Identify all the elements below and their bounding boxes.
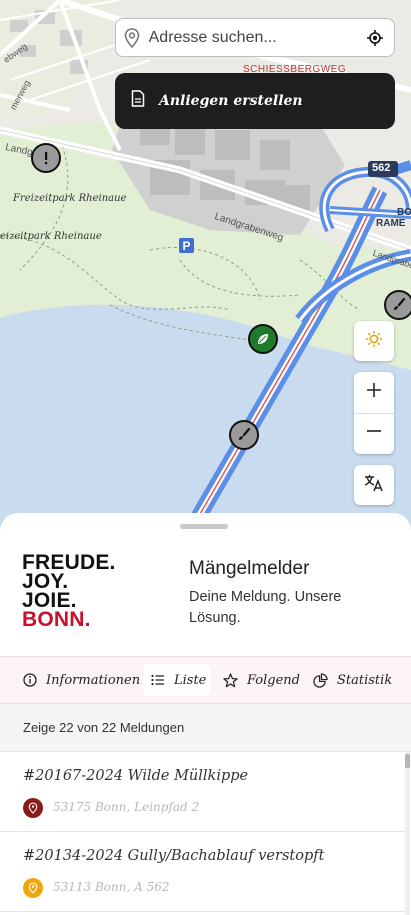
list-item[interactable]: #20167-2024 Wilde Müllkippe 53175 Bonn, … <box>0 752 405 832</box>
plus-icon <box>367 382 381 402</box>
map-label-bonn-top: BO <box>397 207 411 218</box>
create-issue-label: Anliegen erstellen <box>159 93 303 109</box>
map-view[interactable]: SCHIESSBERGWEG Landgr Freizeitpark Rhein… <box>0 0 411 540</box>
tab-informationen[interactable]: Informationen <box>15 664 148 696</box>
marker-brush-right-icon[interactable] <box>384 290 411 320</box>
status-pin-icon <box>23 798 43 818</box>
translate-icon <box>364 474 384 497</box>
map-label-park-top: Freizeitpark Rheinaue <box>13 193 127 204</box>
tab-statistik[interactable]: Statistik <box>305 664 400 696</box>
item-location: 53175 Bonn, Leinpfad 2 <box>53 800 200 814</box>
brand-logo: FREUDE. JOY. JOIE. BONN. <box>22 551 116 631</box>
tab-folgend[interactable]: Folgend <box>215 664 308 696</box>
app-title: Mängelmelder <box>189 558 310 579</box>
scrollbar-thumb[interactable] <box>405 754 410 768</box>
theme-toggle-button[interactable] <box>354 321 394 361</box>
results-count: Zeige 22 von 22 Meldungen <box>0 704 411 752</box>
sun-icon <box>365 330 383 353</box>
info-icon <box>23 673 37 687</box>
marker-leaf-icon[interactable] <box>248 324 278 354</box>
map-label-bonn-bottom: RAME <box>376 218 406 229</box>
pie-chart-icon <box>313 672 328 688</box>
create-issue-button[interactable]: Anliegen erstellen <box>115 73 395 129</box>
route-shield-562: 562 <box>372 162 391 174</box>
zoom-in-button[interactable] <box>354 372 394 413</box>
status-pin-icon <box>23 878 43 898</box>
list-item[interactable]: #20134-2024 Gully/Bachablauf verstopft 5… <box>0 832 405 912</box>
item-title: #20167-2024 Wilde Müllkippe <box>23 768 249 784</box>
tab-liste[interactable]: Liste <box>143 664 211 696</box>
zoom-controls <box>354 372 394 454</box>
zoom-out-button[interactable] <box>354 413 394 454</box>
item-title: #20134-2024 Gully/Bachablauf verstopft <box>23 848 325 864</box>
marker-warning-icon[interactable] <box>31 143 61 173</box>
list-icon <box>151 674 165 686</box>
document-icon <box>131 90 145 112</box>
search-input[interactable] <box>148 28 356 47</box>
minus-icon <box>367 424 381 443</box>
star-icon <box>223 672 238 688</box>
map-label-park-left: eizeitpark Rheinaue <box>0 231 102 242</box>
item-location: 53113 Bonn, A 562 <box>53 880 170 894</box>
marker-brush-icon[interactable] <box>229 420 259 450</box>
tab-bar: Informationen Liste Folgend Statistik <box>0 656 411 704</box>
locate-me-icon[interactable] <box>356 29 394 46</box>
app-subtitle: Deine Meldung. Unsere Lösung. <box>189 589 342 626</box>
location-pin-icon <box>116 27 149 48</box>
translate-button[interactable] <box>354 465 394 505</box>
sheet-drag-handle[interactable] <box>180 524 228 529</box>
bottom-sheet: FREUDE. JOY. JOIE. BONN. Mängelmelder De… <box>0 513 411 915</box>
address-search[interactable] <box>115 18 395 57</box>
parking-icon: P <box>179 238 194 253</box>
list-scrollbar[interactable] <box>405 752 410 915</box>
